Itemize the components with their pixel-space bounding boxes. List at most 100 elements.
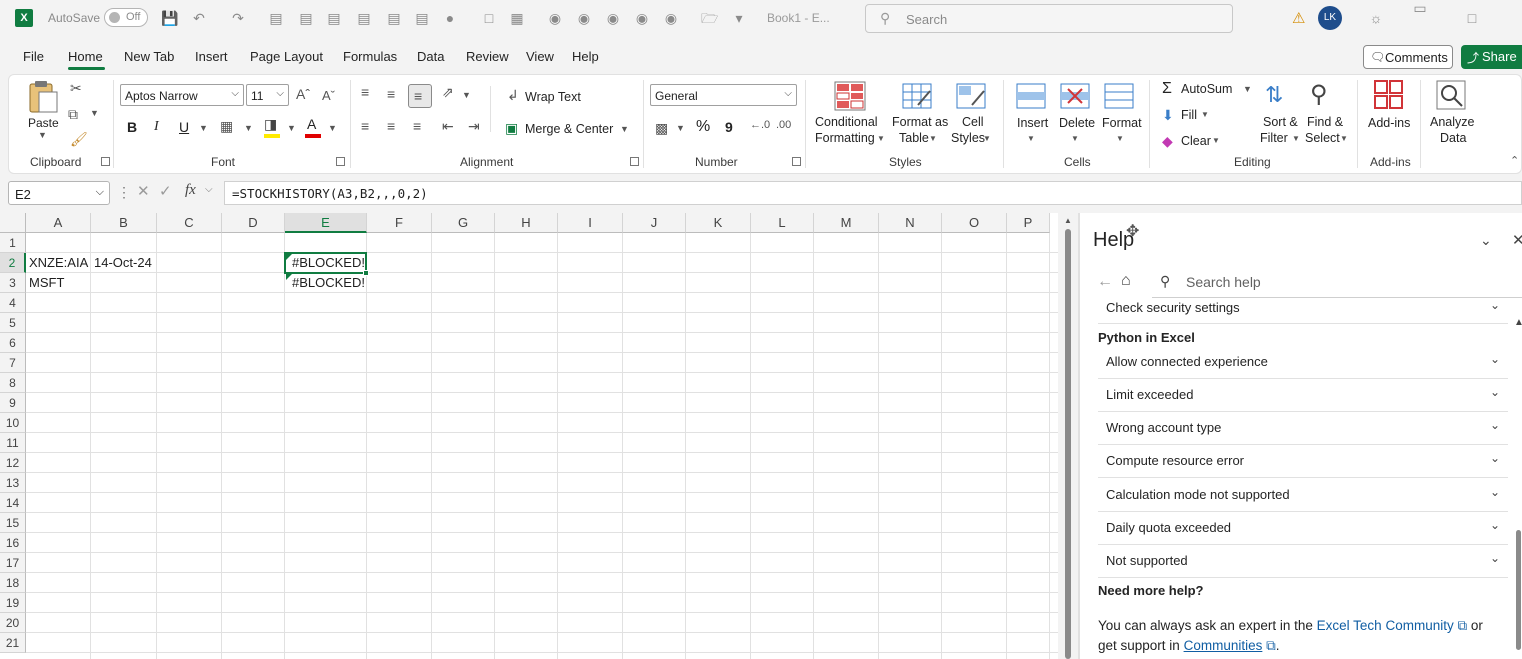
accounting-format-icon[interactable]: ▩ xyxy=(655,120,668,137)
orientation-dropdown-icon[interactable]: ▼ xyxy=(462,90,471,100)
chevron-down-icon[interactable]: ⌵ xyxy=(205,184,213,195)
fill-icon[interactable]: ⬇ xyxy=(1162,107,1174,124)
underline-button[interactable]: U xyxy=(179,119,189,135)
collapse-ribbon-icon[interactable]: ⌃ xyxy=(1510,154,1519,167)
tab-file[interactable]: File xyxy=(23,49,44,64)
cell-B2[interactable]: 14-Oct-24 xyxy=(91,253,152,273)
back-arrow-icon[interactable]: ← xyxy=(1097,273,1113,291)
help-item-wrong-account[interactable]: Wrong account type ⌄ xyxy=(1098,412,1508,445)
increase-decimal-icon[interactable]: ←.0 xyxy=(750,119,770,131)
warning-icon[interactable]: ⚠ xyxy=(1292,9,1305,27)
tab-formulas[interactable]: Formulas xyxy=(343,49,397,64)
more-options-icon[interactable]: ⋮ xyxy=(117,184,131,201)
find-select-label-2[interactable]: Select xyxy=(1305,131,1340,145)
format-as-table-label-2[interactable]: Table xyxy=(899,131,929,145)
row-header-2[interactable]: 2 xyxy=(0,253,26,273)
column-header-F[interactable]: F xyxy=(367,213,432,233)
analyze-data-icon[interactable] xyxy=(1436,80,1466,110)
maximize-icon[interactable]: □ xyxy=(1464,10,1480,26)
qat-icon-9[interactable]: ▦ xyxy=(509,10,525,26)
folder-icon[interactable]: 🗁 xyxy=(701,10,718,26)
row-header-9[interactable]: 9 xyxy=(0,393,26,413)
tab-insert[interactable]: Insert xyxy=(195,49,228,64)
delete-label[interactable]: Delete xyxy=(1059,116,1095,130)
column-header-I[interactable]: I xyxy=(558,213,623,233)
row-header-16[interactable]: 16 xyxy=(0,533,26,553)
italic-button[interactable]: I xyxy=(154,119,159,135)
scroll-up-icon[interactable]: ▲ xyxy=(1064,216,1072,225)
format-label[interactable]: Format xyxy=(1102,116,1142,130)
help-item-compute-resource[interactable]: Compute resource error ⌄ xyxy=(1098,445,1508,478)
row-header-13[interactable]: 13 xyxy=(0,473,26,493)
align-right-icon[interactable]: ≡ xyxy=(413,118,421,134)
sort-filter-icon[interactable]: ⇅ xyxy=(1265,82,1283,108)
communities-link[interactable]: Communities xyxy=(1184,638,1263,653)
tab-new-tab[interactable]: New Tab xyxy=(124,49,174,64)
format-painter-icon[interactable]: 🖌 xyxy=(70,131,88,148)
find-select-label-1[interactable]: Find & xyxy=(1307,115,1343,129)
sort-dropdown-icon[interactable]: ▼ xyxy=(1292,134,1300,143)
name-box[interactable]: E2 ⌵ xyxy=(8,181,110,205)
search-box[interactable]: ⚲ Search xyxy=(865,4,1233,33)
excel-tech-community-link[interactable]: Excel Tech Community xyxy=(1317,618,1454,633)
clipboard-launcher-icon[interactable] xyxy=(101,157,110,166)
insert-label[interactable]: Insert xyxy=(1017,116,1048,130)
cell-A2[interactable]: XNZE:AIA xyxy=(26,253,88,273)
row-header-19[interactable]: 19 xyxy=(0,593,26,613)
accounting-dropdown-icon[interactable]: ▼ xyxy=(676,123,685,133)
share-button[interactable]: ⤴ Share xyxy=(1461,45,1522,69)
column-header-E[interactable]: E xyxy=(285,213,367,233)
redo-icon[interactable]: ↷ xyxy=(230,10,246,26)
chevron-down-icon[interactable]: ⌄ xyxy=(1480,232,1492,249)
font-launcher-icon[interactable] xyxy=(336,157,345,166)
paste-dropdown-icon[interactable]: ▼ xyxy=(38,130,47,140)
error-indicator-icon[interactable] xyxy=(286,254,292,260)
decrease-font-icon[interactable]: Aˇ xyxy=(322,88,335,103)
row-header-14[interactable]: 14 xyxy=(0,493,26,513)
conditional-formatting-icon[interactable] xyxy=(834,81,866,111)
row-header-17[interactable]: 17 xyxy=(0,553,26,573)
cell-styles-label-2[interactable]: Styles xyxy=(951,131,985,145)
row-header-21[interactable]: 21 xyxy=(0,633,26,653)
row-header-12[interactable]: 12 xyxy=(0,453,26,473)
row-header-1[interactable]: 1 xyxy=(0,233,26,253)
qat-icon-4[interactable]: ▤ xyxy=(356,10,372,26)
wrap-text-label[interactable]: Wrap Text xyxy=(525,90,581,104)
underline-dropdown-icon[interactable]: ▼ xyxy=(199,123,208,133)
comma-style-button[interactable]: 9 xyxy=(725,119,733,135)
row-header-4[interactable]: 4 xyxy=(0,293,26,313)
cell-E2[interactable]: #BLOCKED! xyxy=(289,253,365,273)
insert-function-button[interactable]: fx xyxy=(185,182,196,199)
format-as-table-icon[interactable] xyxy=(902,81,934,111)
font-size-select[interactable]: 11 ⌵ xyxy=(246,84,289,106)
merge-center-icon[interactable]: ▣ xyxy=(505,120,518,137)
tab-view[interactable]: View xyxy=(526,49,554,64)
qat-icon-14[interactable]: ◉ xyxy=(663,10,679,26)
column-header-K[interactable]: K xyxy=(686,213,751,233)
help-search-input[interactable]: ⚲ Search help xyxy=(1152,266,1522,298)
cut-icon[interactable]: ✂ xyxy=(70,80,82,97)
find-select-icon[interactable]: ⚲ xyxy=(1310,80,1328,109)
qat-icon-13[interactable]: ◉ xyxy=(634,10,650,26)
row-header-11[interactable]: 11 xyxy=(0,433,26,453)
close-icon[interactable]: ✕ xyxy=(1512,231,1522,249)
cell-A3[interactable]: MSFT xyxy=(26,273,64,293)
percent-button[interactable]: % xyxy=(696,118,710,136)
help-item-limit-exceeded[interactable]: Limit exceeded ⌄ xyxy=(1098,379,1508,412)
comments-button[interactable]: 🗨 Comments xyxy=(1363,45,1453,69)
column-header-C[interactable]: C xyxy=(157,213,222,233)
clear-icon[interactable]: ◆ xyxy=(1162,133,1173,150)
font-color-icon[interactable]: A xyxy=(307,116,316,132)
help-item-check-security[interactable]: Check security settings ⌄ xyxy=(1098,297,1508,324)
row-header-10[interactable]: 10 xyxy=(0,413,26,433)
number-launcher-icon[interactable] xyxy=(792,157,801,166)
fill-dropdown-icon[interactable]: ▼ xyxy=(287,123,296,133)
fill-dropdown-icon[interactable]: ▼ xyxy=(1201,110,1209,119)
cell-styles-dropdown-icon[interactable]: ▼ xyxy=(983,134,991,143)
delete-cells-icon[interactable] xyxy=(1060,81,1092,111)
copy-dropdown-icon[interactable]: ▼ xyxy=(90,108,99,118)
align-top-icon[interactable]: ≡ xyxy=(361,84,369,100)
row-header-8[interactable]: 8 xyxy=(0,373,26,393)
sort-filter-label-1[interactable]: Sort & xyxy=(1263,115,1298,129)
error-indicator-icon[interactable] xyxy=(286,274,292,280)
